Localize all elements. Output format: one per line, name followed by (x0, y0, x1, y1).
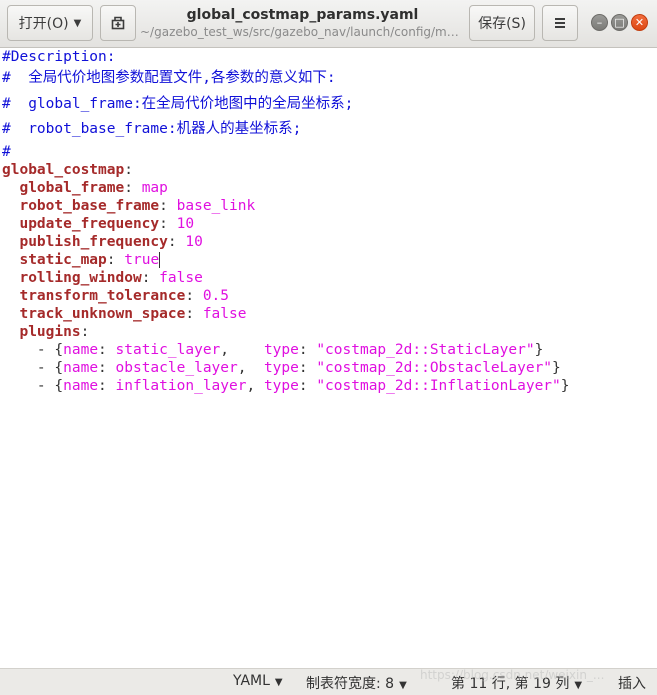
window-controls: – □ ✕ (591, 14, 648, 31)
yaml-key: name (63, 359, 99, 376)
language-selector[interactable]: YAML ▼ (233, 673, 283, 689)
code-line: plugins: (19, 323, 90, 340)
text-editor[interactable]: #Description: # 全局代价地图参数配置文件,各参数的意义如下: #… (0, 48, 657, 668)
yaml-key: name (63, 377, 99, 394)
maximize-icon[interactable]: □ (611, 14, 628, 31)
window-title: global_costmap_params.yaml (186, 7, 419, 23)
language-label: YAML (233, 673, 270, 689)
yaml-value: "costmap_2d::ObstacleLayer" (316, 359, 553, 376)
open-button[interactable]: 打开(O) ▼ (7, 5, 93, 41)
chevron-down-icon: ▼ (73, 17, 82, 29)
cursor-position-selector[interactable]: 第 11 行, 第 19 列 ▼ (451, 673, 582, 693)
tab-width-selector[interactable]: 制表符宽度: 8 ▼ (306, 673, 407, 693)
code-view[interactable]: #Description: # 全局代价地图参数配置文件,各参数的意义如下: #… (0, 48, 657, 395)
yaml-key: type (263, 359, 299, 376)
tab-width-label: 制表符宽度: 8 (306, 676, 395, 692)
text-cursor (159, 251, 161, 268)
yaml-key: track_unknown_space (19, 305, 186, 322)
save-button[interactable]: 保存(S) (469, 5, 535, 41)
yaml-key: plugins (19, 323, 81, 340)
yaml-key: type (263, 377, 299, 394)
yaml-value: inflation_layer (115, 377, 247, 394)
yaml-value: false (159, 269, 203, 286)
code-line: static_map: true (19, 251, 161, 268)
yaml-key: transform_tolerance (19, 287, 186, 304)
code-line: robot_base_frame: base_link (19, 197, 256, 214)
minimize-icon[interactable]: – (591, 14, 608, 31)
yaml-value: true (124, 251, 160, 268)
yaml-value: obstacle_layer (115, 359, 238, 376)
save-button-label: 保存(S) (478, 16, 526, 32)
yaml-key: publish_frequency (19, 233, 168, 250)
insert-mode-label: 插入 (618, 676, 646, 692)
yaml-value: static_layer (115, 341, 221, 358)
code-line: transform_tolerance: 0.5 (19, 287, 230, 304)
comment-line: # global_frame:在全局代价地图中的全局坐标系; (2, 95, 354, 112)
code-line: - {name: inflation_layer, type: "costmap… (36, 377, 570, 394)
yaml-key: global_costmap (2, 161, 125, 178)
open-button-label: 打开(O) (18, 16, 69, 32)
yaml-value: map (141, 179, 168, 196)
code-line: - {name: static_layer, type: "costmap_2d… (36, 341, 544, 358)
code-line: global_frame: map (19, 179, 168, 196)
yaml-key: update_frequency (19, 215, 160, 232)
yaml-key: static_map (19, 251, 107, 268)
insert-mode-indicator: 插入 (618, 673, 646, 693)
code-line: track_unknown_space: false (19, 305, 247, 322)
yaml-key: robot_base_frame (19, 197, 160, 214)
yaml-value: "costmap_2d::InflationLayer" (316, 377, 561, 394)
yaml-key: global_frame (19, 179, 125, 196)
yaml-value: 0.5 (202, 287, 230, 304)
hamburger-icon (555, 18, 565, 28)
code-line: update_frequency: 10 (19, 215, 195, 232)
comment-line: # (2, 143, 11, 160)
chevron-down-icon: ▼ (574, 680, 583, 691)
yaml-value: false (202, 305, 247, 322)
yaml-value: 10 (185, 233, 203, 250)
yaml-value: 10 (176, 215, 195, 232)
chevron-down-icon: ▼ (274, 677, 283, 688)
comment-line: # robot_base_frame:机器人的基坐标系; (2, 121, 302, 137)
yaml-value: base_link (176, 197, 256, 214)
yaml-key: rolling_window (19, 269, 142, 286)
new-document-button[interactable] (100, 5, 136, 41)
code-line: global_costmap: (2, 161, 133, 178)
menu-button[interactable] (542, 5, 578, 41)
yaml-key: name (63, 341, 99, 358)
code-line: - {name: obstacle_layer, type: "costmap_… (36, 359, 561, 376)
code-line: rolling_window: false (19, 269, 203, 286)
close-icon[interactable]: ✕ (631, 14, 648, 31)
status-bar: YAML ▼ 制表符宽度: 8 ▼ 第 11 行, 第 19 列 ▼ 插入 (0, 668, 657, 695)
code-line: publish_frequency: 10 (19, 233, 203, 250)
header-bar: 打开(O) ▼ global_costmap_params.yaml ~/gaz… (0, 0, 657, 48)
comment-line: # 全局代价地图参数配置文件,各参数的意义如下: (2, 70, 336, 86)
comment-line: #Description: (2, 49, 116, 65)
chevron-down-icon: ▼ (399, 680, 407, 691)
yaml-value: "costmap_2d::StaticLayer" (316, 341, 535, 358)
yaml-key: type (263, 341, 299, 358)
cursor-position-label: 第 11 行, 第 19 列 (451, 676, 570, 692)
new-tab-icon (111, 16, 125, 30)
file-path: ~/gazebo_test_ws/src/gazebo_nav/launch/c… (140, 25, 465, 39)
window-title-area: global_costmap_params.yaml ~/gazebo_test… (140, 6, 465, 40)
